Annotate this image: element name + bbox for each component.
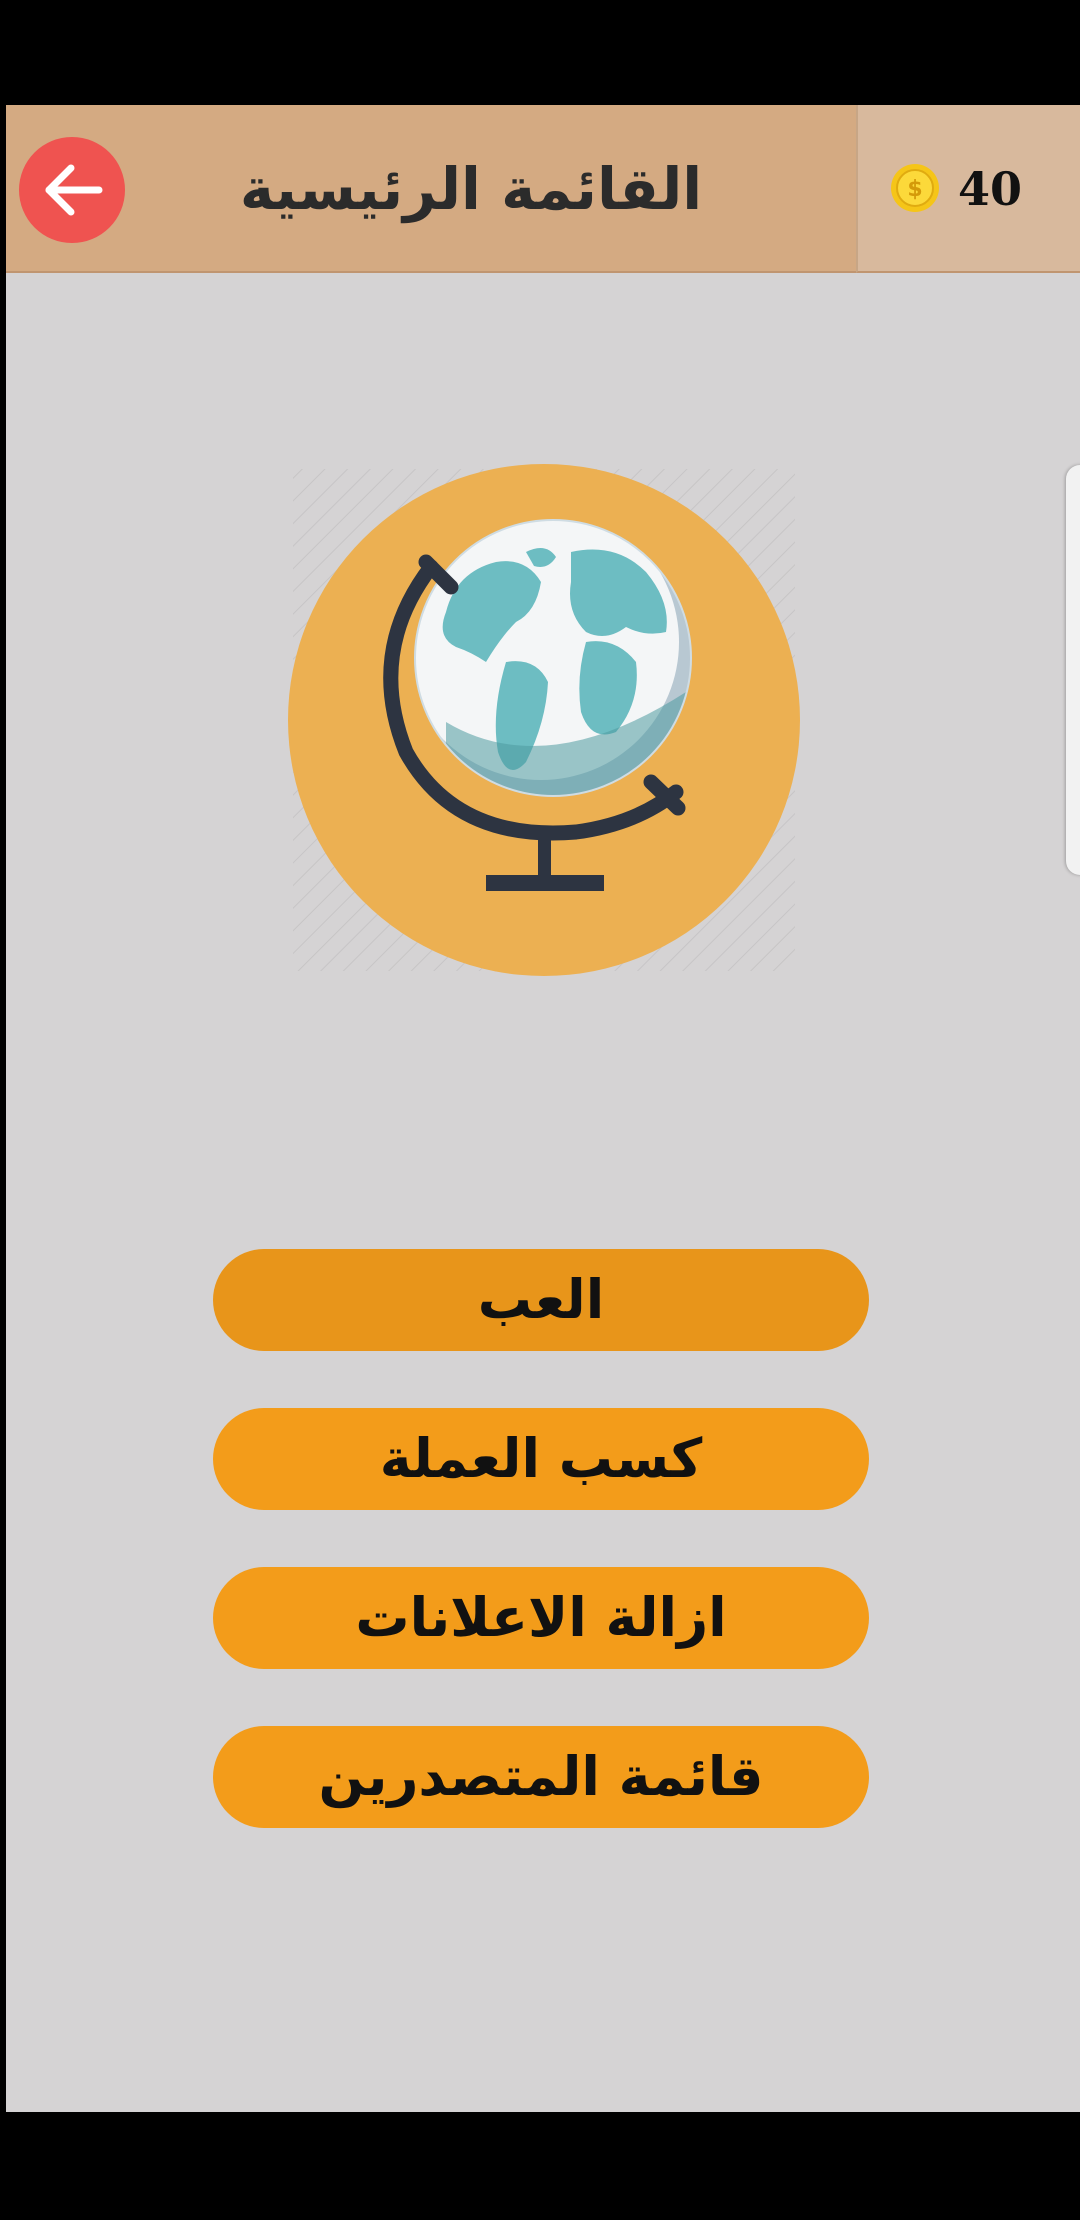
globe-icon: [288, 464, 800, 976]
page-title: القائمة الرئيسية: [239, 155, 703, 223]
earn-coins-button[interactable]: كسب العملة: [213, 1408, 869, 1510]
remove-ads-button[interactable]: ازالة الاعلانات: [213, 1567, 869, 1669]
arrow-left-icon: [45, 164, 103, 216]
back-button[interactable]: [19, 137, 125, 243]
navigation-bar: [0, 2112, 1080, 2220]
app-screen: القائمة الرئيسية $ 40 العب كسب العملة از…: [6, 105, 1080, 2112]
dollar-coin-icon: $: [891, 164, 939, 212]
globe-logo: [286, 462, 802, 978]
header: القائمة الرئيسية $ 40: [6, 105, 1080, 273]
header-title-bar: القائمة الرئيسية: [6, 105, 856, 273]
play-button[interactable]: العب: [213, 1249, 869, 1351]
leaderboard-button[interactable]: قائمة المتصدرين: [213, 1726, 869, 1828]
svg-text:$: $: [907, 177, 922, 202]
coin-count: 40: [958, 162, 1023, 216]
status-bar: [0, 0, 1080, 105]
coin-balance: $ 40: [856, 105, 1080, 273]
side-panel-handle[interactable]: [1066, 465, 1080, 875]
